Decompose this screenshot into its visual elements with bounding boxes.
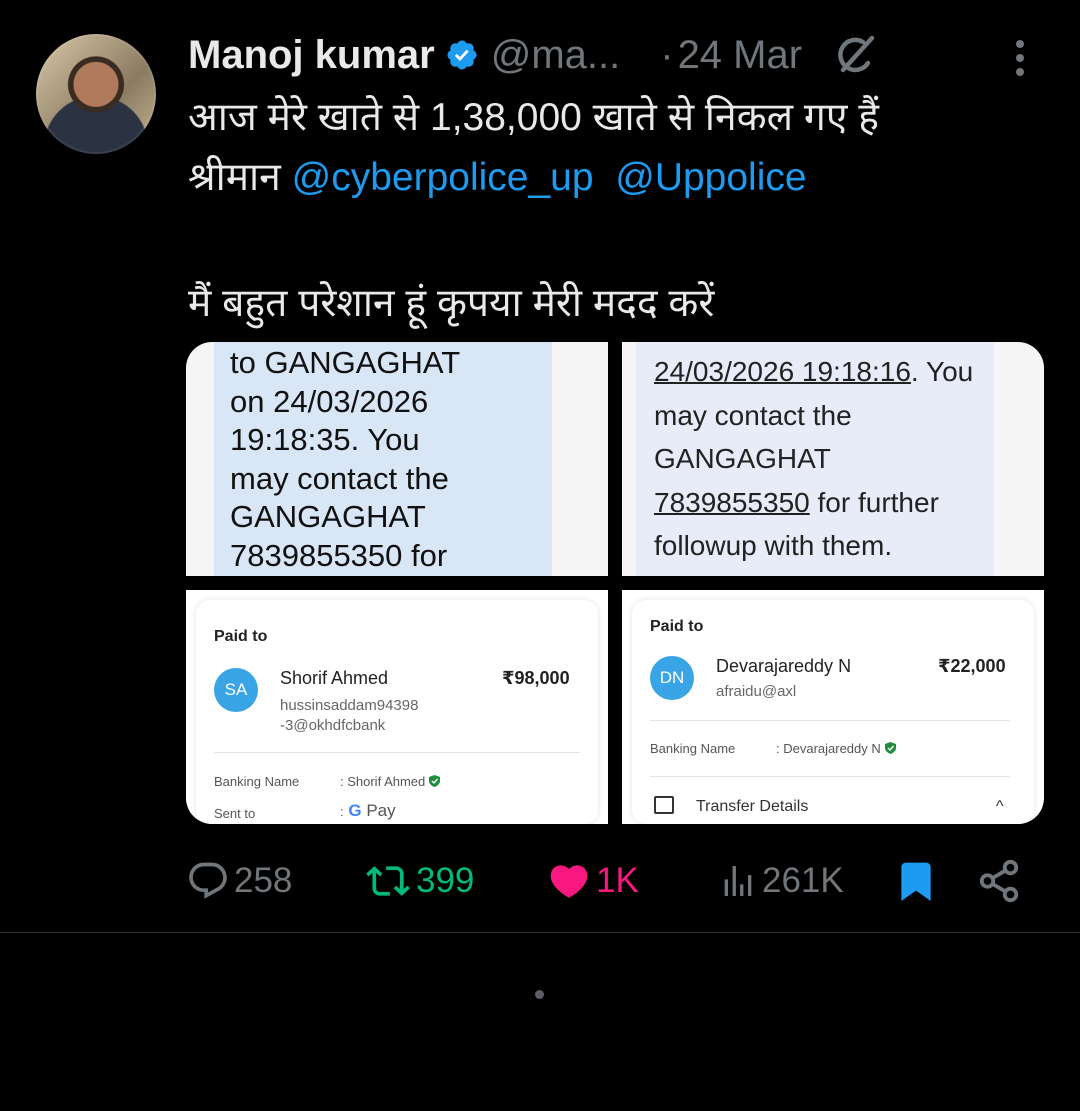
payee-avatar: DN <box>650 656 694 700</box>
mention-cyberpolice[interactable]: @cyberpolice_up <box>292 156 594 199</box>
verified-shield-icon <box>429 775 441 787</box>
page-indicator-dot <box>535 990 544 999</box>
bookmark-icon <box>901 862 931 902</box>
sent-to-colon: : <box>340 804 344 819</box>
tweet-line-2: श्रीमान @cyberpolice_up @Uppolice <box>188 148 1048 208</box>
grok-icon[interactable] <box>830 30 880 80</box>
media-image-sms-1[interactable]: to GANGAGHAT on 24/03/2026 19:18:35. You… <box>186 342 608 576</box>
divider <box>650 720 1010 721</box>
paid-to-label: Paid to <box>214 628 268 645</box>
sms-line: 24/03/2026 19:18:16. You <box>654 350 973 394</box>
gpay-logo: : G Pay <box>340 801 396 821</box>
payment-card: Paid to DN Devarajareddy N afraidu@axl ₹… <box>632 600 1034 824</box>
repost-count: 399 <box>416 861 475 900</box>
sms-line: 19:18:35. You <box>230 422 420 457</box>
payee-upi-line: -3@okhdfcbank <box>280 717 386 734</box>
paid-to-label: Paid to <box>650 618 704 635</box>
views-button[interactable]: 261K <box>718 855 844 907</box>
sms-line: may contact the <box>230 460 449 496</box>
more-icon[interactable] <box>1006 36 1034 80</box>
sms-line: to GANGAGHAT <box>230 345 461 380</box>
banking-name-text: : Devarajareddy N <box>776 741 881 756</box>
sms-line: 7839855350 for <box>230 537 448 573</box>
transfer-details-label: Transfer Details <box>696 798 809 815</box>
tweet-line-3: मैं बहुत परेशान हूं कृपया मेरी मदद करें <box>188 282 715 325</box>
receipt-icon <box>654 796 674 814</box>
payment-card: Paid to SA Shorif Ahmed hussinsaddam9439… <box>196 600 598 824</box>
sms-text-fragment: . You <box>910 356 974 387</box>
sms-line: followup with them. <box>654 530 893 561</box>
banking-name-label: Banking Name <box>214 774 300 789</box>
verified-badge-icon <box>447 40 477 70</box>
payee-avatar: SA <box>214 668 258 712</box>
sms-line: GANGAGHAT <box>654 443 831 474</box>
tweet-line-1: आज मेरे खाते से 1,38,000 खाते से निकल गए… <box>188 96 879 139</box>
repost-icon <box>366 866 410 896</box>
media-image-sms-2[interactable]: 24/03/2026 19:18:16. You may contact the… <box>622 342 1044 576</box>
like-count: 1K <box>596 861 639 900</box>
tweet-actions: 258 399 1K 261K <box>186 855 1036 907</box>
tweet-line-2-prefix: श्रीमान <box>188 156 281 199</box>
sms-line: 7839855350 for further <box>654 481 973 525</box>
mention-uppolice[interactable]: @Uppolice <box>615 156 806 199</box>
payment-amount: ₹22,000 <box>938 656 1006 676</box>
author-handle[interactable]: @ma... <box>491 33 621 78</box>
sms-line: GANGAGHAT <box>230 499 426 534</box>
payee-upi: hussinsaddam94398 -3@okhdfcbank <box>280 696 418 736</box>
repost-button[interactable]: 399 <box>364 855 474 907</box>
reply-button[interactable]: 258 <box>186 855 292 907</box>
bookmark-button[interactable] <box>894 855 938 907</box>
timeline-divider <box>0 932 1080 933</box>
media-image-payment-2[interactable]: Paid to DN Devarajareddy N afraidu@axl ₹… <box>622 590 1044 824</box>
divider <box>650 776 1010 777</box>
sms-line: on 24/03/2026 <box>230 383 429 419</box>
sms-bubble: to GANGAGHAT on 24/03/2026 19:18:35. You… <box>214 342 552 576</box>
reply-icon <box>189 862 227 899</box>
sms-text: to GANGAGHAT on 24/03/2026 19:18:35. You… <box>230 344 460 575</box>
tweet-date[interactable]: 24 Mar <box>678 33 803 78</box>
sms-text: 24/03/2026 19:18:16. You may contact the… <box>654 350 973 568</box>
banking-name-text: : Shorif Ahmed <box>340 774 426 789</box>
payee-upi-line: hussinsaddam94398 <box>280 697 419 714</box>
like-button[interactable]: 1K <box>546 855 639 907</box>
media-image-payment-1[interactable]: Paid to SA Shorif Ahmed hussinsaddam9439… <box>186 590 608 824</box>
author-name[interactable]: Manoj kumar <box>188 33 435 78</box>
date-separator: · <box>660 32 674 77</box>
tweet-text: आज मेरे खाते से 1,38,000 खाते से निकल गए… <box>188 88 1048 334</box>
media-grid[interactable]: to GANGAGHAT on 24/03/2026 19:18:35. You… <box>186 342 1044 824</box>
sms-phone-link[interactable]: 7839855350 <box>654 487 810 518</box>
views-count: 261K <box>762 861 844 900</box>
like-icon <box>550 865 588 898</box>
banking-name-value: : Devarajareddy N <box>776 741 896 756</box>
sms-text-fragment: for further <box>809 486 939 518</box>
google-g-icon: G <box>348 801 362 820</box>
tweet-header: Manoj kumar @ma... · 24 Mar <box>188 30 1048 80</box>
avatar[interactable] <box>36 34 156 154</box>
sent-to-label: Sent to <box>214 806 256 821</box>
reply-count: 258 <box>234 861 293 900</box>
banking-name-label: Banking Name <box>650 741 736 756</box>
sms-bubble: 24/03/2026 19:18:16. You may contact the… <box>636 342 994 576</box>
divider <box>214 752 580 753</box>
payee-name: Devarajareddy N <box>716 656 852 676</box>
sms-date-link[interactable]: 24/03/2026 19:18:16 <box>654 356 911 387</box>
share-icon <box>979 859 1019 903</box>
share-button[interactable] <box>976 855 1022 907</box>
payee-name: Shorif Ahmed <box>280 668 389 688</box>
payment-amount: ₹98,000 <box>502 668 570 688</box>
pay-text: Pay <box>361 801 396 820</box>
banking-name-value: : Shorif Ahmed <box>340 774 441 789</box>
sms-line: may contact the <box>654 399 852 431</box>
verified-shield-icon <box>884 742 896 754</box>
views-icon <box>724 866 752 896</box>
chevron-up-icon: ^ <box>996 798 1004 815</box>
payee-upi: afraidu@axl <box>716 683 797 700</box>
